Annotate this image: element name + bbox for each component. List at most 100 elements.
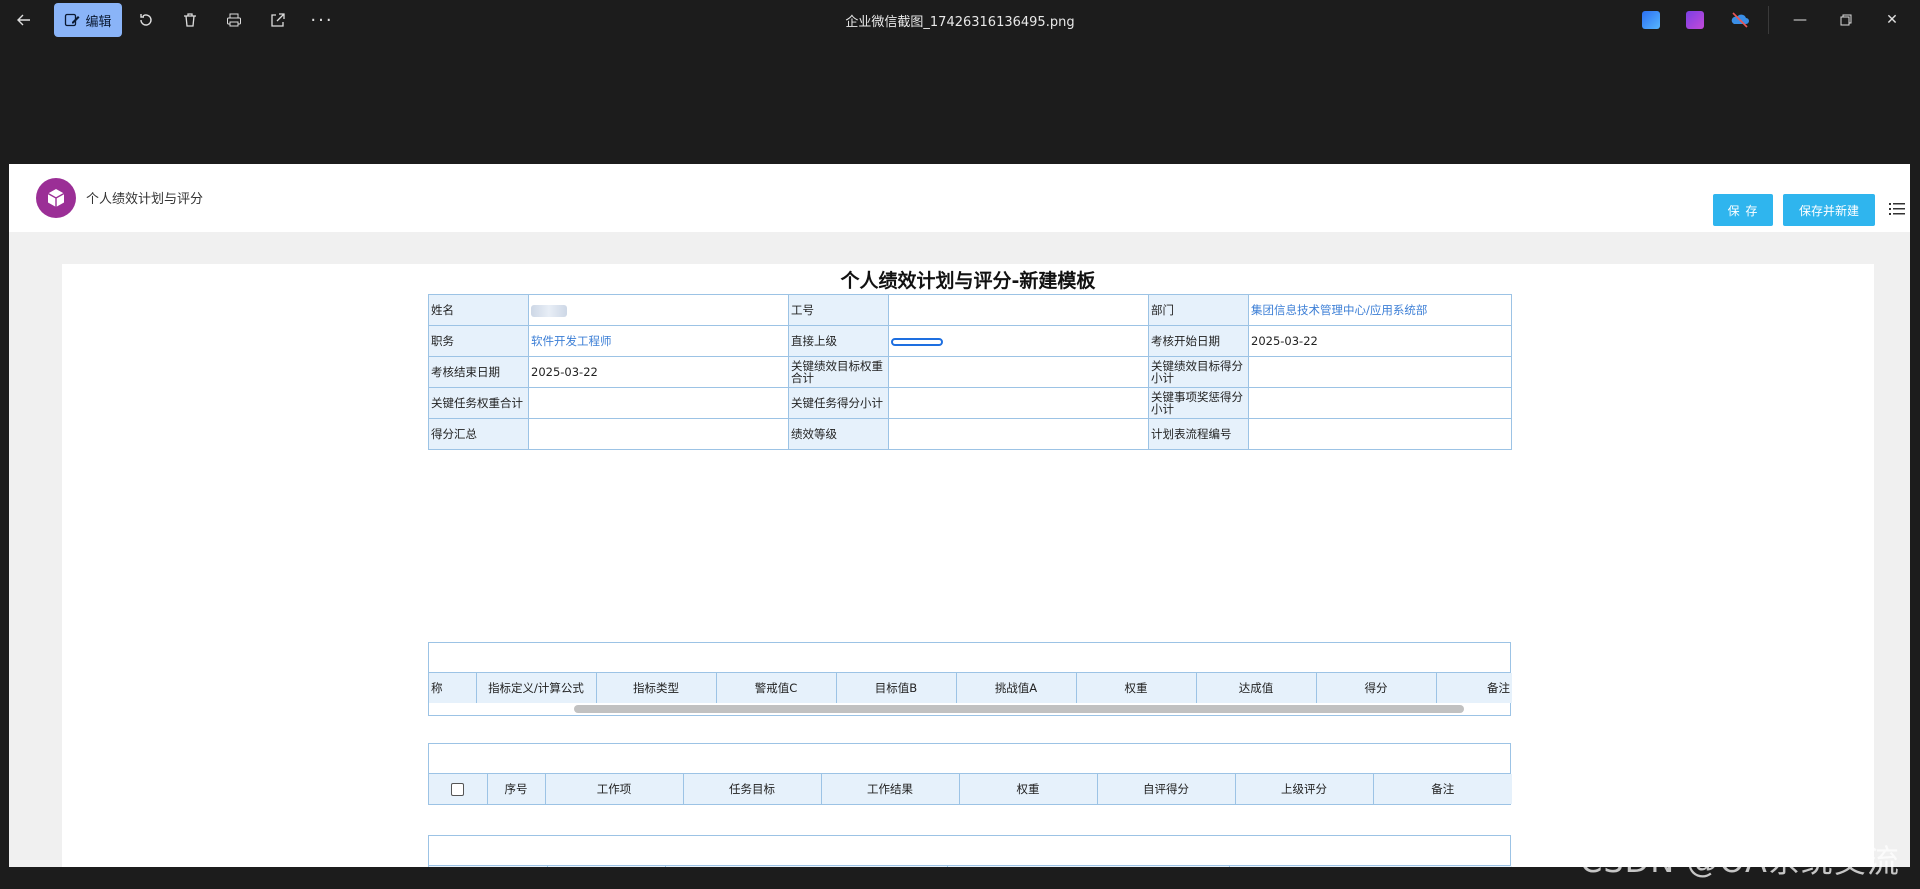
- close-icon[interactable]: ✕: [1870, 4, 1914, 36]
- field-label: 关键任务权重合计: [428, 387, 529, 419]
- screenshot-image: 个人绩效计划与评分 保 存 保存并新建 个人绩效计划与评分-新建模板 姓名 工号 部…: [9, 164, 1910, 867]
- event-section-header: [429, 836, 1510, 866]
- kpi-column-header: 得分: [1315, 673, 1437, 703]
- viewer-toolbar: 编辑 ··· 企业微信截图_17426316136495.png — ✕: [0, 0, 1920, 40]
- field-label: 得分汇总: [428, 418, 529, 450]
- field-label: 部门: [1148, 294, 1249, 326]
- field-value[interactable]: [528, 294, 789, 326]
- kpi-section-header: [429, 643, 1510, 673]
- form-title: 个人绩效计划与评分-新建模板: [840, 270, 1096, 292]
- clipchamp-icon[interactable]: [1686, 11, 1704, 29]
- kpi-scroll-thumb[interactable]: [574, 705, 1464, 713]
- print-icon[interactable]: [216, 4, 252, 36]
- field-label: 考核开始日期: [1148, 325, 1249, 357]
- menu-icon[interactable]: [1889, 202, 1905, 216]
- save-and-new-button[interactable]: 保存并新建: [1783, 194, 1875, 226]
- field-label: 计划表流程编号: [1148, 418, 1249, 450]
- field-label: 考核结束日期: [428, 356, 529, 388]
- basic-info-table: 姓名 工号 部门 集团信息技术管理中心/应用系统部职务 软件开发工程师 直接上级 考核开始日…: [428, 294, 1512, 450]
- event-section: 序号事由/事件描述加/减分依据: [428, 835, 1512, 867]
- info-row: 职务 软件开发工程师 直接上级 考核开始日期 2025-03-22: [428, 325, 1512, 357]
- field-value[interactable]: [528, 418, 789, 450]
- event-select-all-checkbox[interactable]: [429, 866, 548, 867]
- kpi-column-header: 指标类型: [595, 673, 717, 703]
- delete-icon[interactable]: [172, 4, 208, 36]
- info-row: 考核结束日期 2025-03-22 关键绩效目标权重合计 关键绩效目标得分小计: [428, 356, 1512, 388]
- info-row: 姓名 工号 部门 集团信息技术管理中心/应用系统部: [428, 294, 1512, 326]
- field-value[interactable]: [888, 418, 1149, 450]
- kpi-table: 称指标定义/计算公式 指标类型 警戒值C 目标值B 挑战值A 权重 达成值 得分 备注: [429, 673, 1512, 703]
- field-value[interactable]: 集团信息技术管理中心/应用系统部: [1248, 294, 1512, 326]
- field-value[interactable]: 2025-03-22: [1248, 325, 1512, 357]
- field-value[interactable]: [888, 387, 1149, 419]
- onedrive-offline-icon[interactable]: [1730, 11, 1749, 29]
- event-column-header: 序号: [546, 866, 666, 867]
- event-column-header: 加/减分: [946, 866, 1230, 867]
- field-label: 直接上级: [788, 325, 889, 357]
- field-value[interactable]: [1248, 418, 1512, 450]
- task-select-all-checkbox[interactable]: [429, 774, 488, 804]
- kpi-column-header: 权重: [1075, 673, 1197, 703]
- toolbar-divider: [1768, 6, 1769, 34]
- field-value[interactable]: 2025-03-22: [528, 356, 789, 388]
- field-label: 关键事项奖惩得分小计: [1148, 387, 1249, 419]
- field-label: 职务: [428, 325, 529, 357]
- task-column-header: 自评得分: [1096, 774, 1236, 804]
- kpi-column-header: 目标值B: [835, 673, 957, 703]
- event-column-header: 依据: [1228, 866, 1512, 867]
- restore-icon[interactable]: [1824, 4, 1868, 36]
- task-column-header: 权重: [958, 774, 1098, 804]
- photo-editor-icon[interactable]: [1642, 11, 1660, 29]
- kpi-section: 称指标定义/计算公式 指标类型 警戒值C 目标值B 挑战值A 权重 达成值 得分 备注: [428, 642, 1512, 716]
- app-logo-icon: [36, 178, 76, 218]
- task-column-header: 序号: [486, 774, 546, 804]
- edit-icon: [65, 13, 80, 27]
- kpi-column-header: 备注: [1435, 673, 1512, 703]
- event-table: 序号事由/事件描述加/减分依据: [429, 866, 1512, 867]
- field-label: 姓名: [428, 294, 529, 326]
- edit-label: 编辑: [85, 14, 112, 30]
- share-icon[interactable]: [260, 4, 296, 36]
- task-column-header: 上级评分: [1234, 774, 1374, 804]
- kpi-horizontal-scrollbar[interactable]: [429, 703, 1510, 715]
- field-value[interactable]: [1248, 387, 1512, 419]
- field-label: 绩效等级: [788, 418, 889, 450]
- rotate-icon[interactable]: [128, 4, 164, 36]
- redacted-name: [531, 304, 567, 317]
- kpi-column-header: 称: [429, 673, 477, 703]
- field-value[interactable]: [1248, 356, 1512, 388]
- field-value[interactable]: [888, 325, 1149, 357]
- info-row: 关键任务权重合计 关键任务得分小计 关键事项奖惩得分小计: [428, 387, 1512, 419]
- field-label: 关键任务得分小计: [788, 387, 889, 419]
- field-value[interactable]: 软件开发工程师: [528, 325, 789, 357]
- task-column-header: 任务目标: [682, 774, 822, 804]
- field-value[interactable]: [888, 294, 1149, 326]
- csdn-watermark: CSDN @OA系统交流: [1580, 842, 1900, 880]
- edit-button[interactable]: 编辑: [54, 3, 122, 37]
- field-value[interactable]: [888, 356, 1149, 388]
- task-column-header: 工作结果: [820, 774, 960, 804]
- field-value[interactable]: [528, 387, 789, 419]
- kpi-column-header: 达成值: [1195, 673, 1317, 703]
- form-document: 个人绩效计划与评分-新建模板 姓名 工号 部门 集团信息技术管理中心/应用系统部 职务软…: [62, 264, 1874, 867]
- task-section-header: [429, 744, 1510, 774]
- save-button[interactable]: 保 存: [1713, 194, 1773, 226]
- app-header: 个人绩效计划与评分 保 存 保存并新建: [9, 164, 1910, 232]
- app-title: 个人绩效计划与评分: [86, 192, 204, 207]
- field-label: 关键绩效目标权重合计: [788, 356, 889, 388]
- field-label: 关键绩效目标得分小计: [1148, 356, 1249, 388]
- task-section: 序号 工作项 任务目标 工作结果 权重 自评得分 上级评分 备注: [428, 743, 1512, 805]
- info-row: 得分汇总 绩效等级 计划表流程编号: [428, 418, 1512, 450]
- kpi-column-header: 警戒值C: [715, 673, 837, 703]
- task-column-header: 备注: [1372, 774, 1512, 804]
- task-column-header: 工作项: [544, 774, 684, 804]
- field-label: 工号: [788, 294, 889, 326]
- kpi-column-header: 指标定义/计算公式: [475, 673, 597, 703]
- back-arrow-icon[interactable]: [6, 4, 42, 36]
- event-column-header: 事由/事件描述: [664, 866, 948, 867]
- more-icon[interactable]: ···: [304, 4, 340, 36]
- task-table: 序号 工作项 任务目标 工作结果 权重 自评得分 上级评分 备注: [429, 774, 1512, 804]
- minimize-icon[interactable]: —: [1778, 4, 1822, 36]
- kpi-column-header: 挑战值A: [955, 673, 1077, 703]
- redacted-supervisor: [891, 337, 943, 346]
